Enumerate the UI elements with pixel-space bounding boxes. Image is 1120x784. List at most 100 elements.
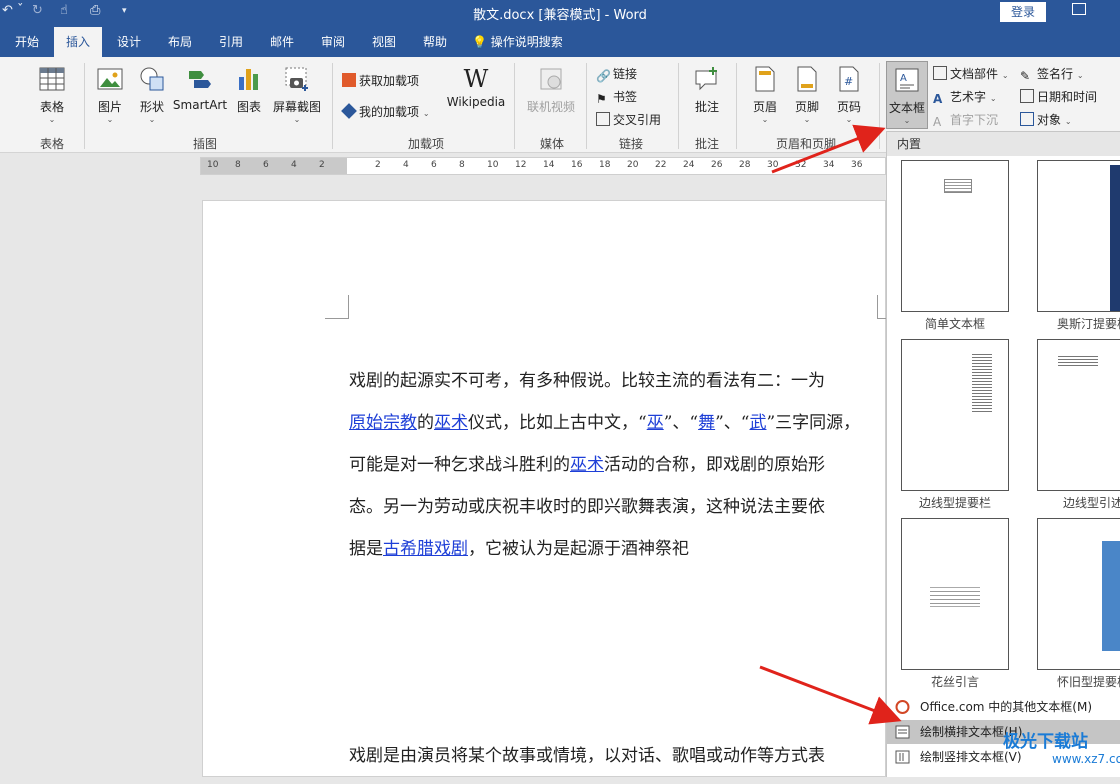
wordart-label: 艺术字 xyxy=(950,90,987,104)
gallery-label: 奥斯汀提要栏 xyxy=(1057,317,1120,331)
signature-line-button[interactable]: ✎ 签名行 ⌄ xyxy=(1020,65,1084,83)
shape-button[interactable]: 形状 ⌄ xyxy=(135,65,169,124)
crossref-button[interactable]: 交叉引用 xyxy=(596,111,661,128)
document-title: 散文.docx [兼容模式] - Word xyxy=(473,8,647,23)
tab-references[interactable]: 引用 xyxy=(208,27,254,57)
hyperlink[interactable]: 古希腊戏剧 xyxy=(383,539,468,559)
shape-icon xyxy=(140,67,164,91)
tab-insert[interactable]: 插入 xyxy=(54,27,102,57)
ruler-tick-label: 24 xyxy=(683,160,695,170)
datetime-button[interactable]: 日期和时间 xyxy=(1020,88,1097,105)
picture-button[interactable]: 图片 ⌄ xyxy=(93,65,127,124)
hyperlink[interactable]: 巫术 xyxy=(434,413,468,433)
hyperlink[interactable]: 舞 xyxy=(698,413,715,433)
wikipedia-button[interactable]: W Wikipedia xyxy=(446,65,506,109)
ruler-tick-label: 12 xyxy=(515,160,527,170)
table-icon xyxy=(39,67,65,91)
gallery-item-sideline-sidebar[interactable] xyxy=(901,339,1009,491)
ribbon-display-options-icon[interactable] xyxy=(1072,3,1086,15)
text-run: ”、“ xyxy=(663,413,699,433)
more-textboxes-office-com[interactable]: Office.com 中的其他文本框(M) xyxy=(887,695,1120,719)
comment-button[interactable]: 批注 xyxy=(688,65,726,115)
ruler-tick-label: 20 xyxy=(627,160,639,170)
text-line: 态。另一为劳动或庆祝丰收时的即兴歌舞表演，这种说法主要依 xyxy=(349,493,879,535)
gallery-item-simple-textbox[interactable] xyxy=(901,160,1009,312)
wordart-button[interactable]: A 艺术字 ⌄ xyxy=(933,88,997,106)
login-button[interactable]: 登录 xyxy=(1000,2,1046,22)
screenshot-button[interactable]: 屏幕截图 ⌄ xyxy=(270,65,324,124)
docparts-label: 文档部件 xyxy=(950,67,999,81)
signature-icon: ✎ xyxy=(1020,69,1031,83)
text-run: 可能是对一种乞求战斗胜利的 xyxy=(349,455,570,475)
thumbnail-preview xyxy=(944,179,972,193)
thumbnail-preview xyxy=(1058,354,1098,366)
gallery-heading: 内置 xyxy=(887,132,1120,156)
bookmark-button[interactable]: ⚑ 书签 xyxy=(596,88,637,106)
get-addins-label: 获取加载项 xyxy=(359,74,420,88)
object-label: 对象 xyxy=(1037,113,1062,127)
hyperlink[interactable]: 巫 xyxy=(647,413,664,433)
comment-label: 批注 xyxy=(694,100,719,114)
ruler-tick-label: 32 xyxy=(795,160,807,170)
hyperlink[interactable]: 巫术 xyxy=(570,455,604,475)
office-web-icon xyxy=(895,700,910,714)
gallery-item-retro-sidebar[interactable] xyxy=(1037,518,1120,670)
footer-button[interactable]: 页脚 ⌄ xyxy=(788,65,826,124)
wordart-icon: A xyxy=(933,92,943,106)
smartart-button[interactable]: SmartArt xyxy=(172,65,228,112)
tell-me-search[interactable]: 💡 操作说明搜索 xyxy=(472,27,582,57)
dropcap-button[interactable]: A 首字下沉 xyxy=(933,111,998,129)
gallery-item-filigree-quote[interactable] xyxy=(901,518,1009,670)
crossref-icon xyxy=(596,112,610,126)
more-textboxes-label: Office.com 中的其他文本框(M) xyxy=(920,700,1093,714)
page-number-icon: # xyxy=(839,66,859,92)
header-label: 页眉 xyxy=(752,100,777,114)
calendar-icon xyxy=(1020,89,1034,103)
object-button[interactable]: 对象 ⌄ xyxy=(1020,111,1072,128)
hyperlink[interactable]: 武 xyxy=(749,413,766,433)
dropcap-label: 首字下沉 xyxy=(950,113,999,127)
text-run: ”三字同源， xyxy=(766,413,861,433)
shape-label: 形状 xyxy=(139,100,164,114)
text-run: 态。另一为劳动或庆祝丰收时的即兴歌舞表演，这种说法主要依 xyxy=(349,497,825,517)
link-icon: 🔗 xyxy=(596,69,611,83)
tab-view[interactable]: 视图 xyxy=(361,27,407,57)
tab-design[interactable]: 设计 xyxy=(106,27,152,57)
tab-review[interactable]: 审阅 xyxy=(310,27,356,57)
tab-home[interactable]: 开始 xyxy=(4,27,50,57)
margin-corner-mark xyxy=(325,295,349,319)
docparts-button[interactable]: 文档部件 ⌄ xyxy=(933,65,1009,82)
gallery-item-austin-sidebar[interactable] xyxy=(1037,160,1120,312)
tab-mailings[interactable]: 邮件 xyxy=(259,27,305,57)
my-addins-button[interactable]: 我的加载项 ⌄ xyxy=(341,103,430,120)
separator xyxy=(332,63,333,149)
tab-layout[interactable]: 布局 xyxy=(157,27,203,57)
online-video-button[interactable]: 联机视频 xyxy=(522,65,580,115)
paragraph-1[interactable]: 戏剧的起源实不可考，有多种假说。比较主流的看法有二：一为 原始宗教的巫术仪式，比… xyxy=(349,367,879,577)
text-run: 仪式，比如上古中文，“ xyxy=(468,413,647,433)
get-addins-button[interactable]: 获取加载项 xyxy=(342,72,419,89)
datetime-label: 日期和时间 xyxy=(1037,90,1098,104)
ruler-tick-label: 10 xyxy=(487,160,499,170)
horizontal-ruler[interactable]: 10 8 6 4 2 2 4 6 8 10 12 14 16 18 20 22 24 26 28 30 32 34 36 xyxy=(200,157,886,175)
textbox-button[interactable]: A 文本框 ⌄ xyxy=(886,61,928,129)
docparts-icon xyxy=(933,66,947,80)
text-run: ”、“ xyxy=(715,413,750,433)
watermark-url: www.xz7.com xyxy=(1052,752,1120,766)
group-label-comments: 批注 xyxy=(694,137,719,151)
online-video-label: 联机视频 xyxy=(526,100,575,114)
chart-icon xyxy=(239,69,258,90)
chart-button[interactable]: 图表 xyxy=(232,65,266,115)
gallery-item-sideline-quote[interactable] xyxy=(1037,339,1120,491)
tab-help[interactable]: 帮助 xyxy=(412,27,458,57)
horizontal-textbox-icon xyxy=(895,725,910,739)
document-page[interactable]: 戏剧的起源实不可考，有多种假说。比较主流的看法有二：一为 原始宗教的巫术仪式，比… xyxy=(202,200,901,777)
paragraph-2[interactable]: 戏剧是由演员将某个故事或情境，以对话、歌唱或动作等方式表 xyxy=(349,742,879,784)
page-number-button[interactable]: # 页码 ⌄ xyxy=(830,65,868,124)
link-button[interactable]: 🔗 链接 xyxy=(596,65,637,83)
header-button[interactable]: 页眉 ⌄ xyxy=(746,65,784,124)
table-button[interactable]: 表格 ⌄ xyxy=(34,65,70,124)
group-label-links: 链接 xyxy=(618,137,643,151)
hyperlink[interactable]: 原始宗教 xyxy=(349,413,417,433)
textbox-gallery: 内置 简单文本框 奥斯汀提要栏 边线型提要栏 边线型引述 花丝引言 怀旧型提要栏… xyxy=(886,131,1120,777)
